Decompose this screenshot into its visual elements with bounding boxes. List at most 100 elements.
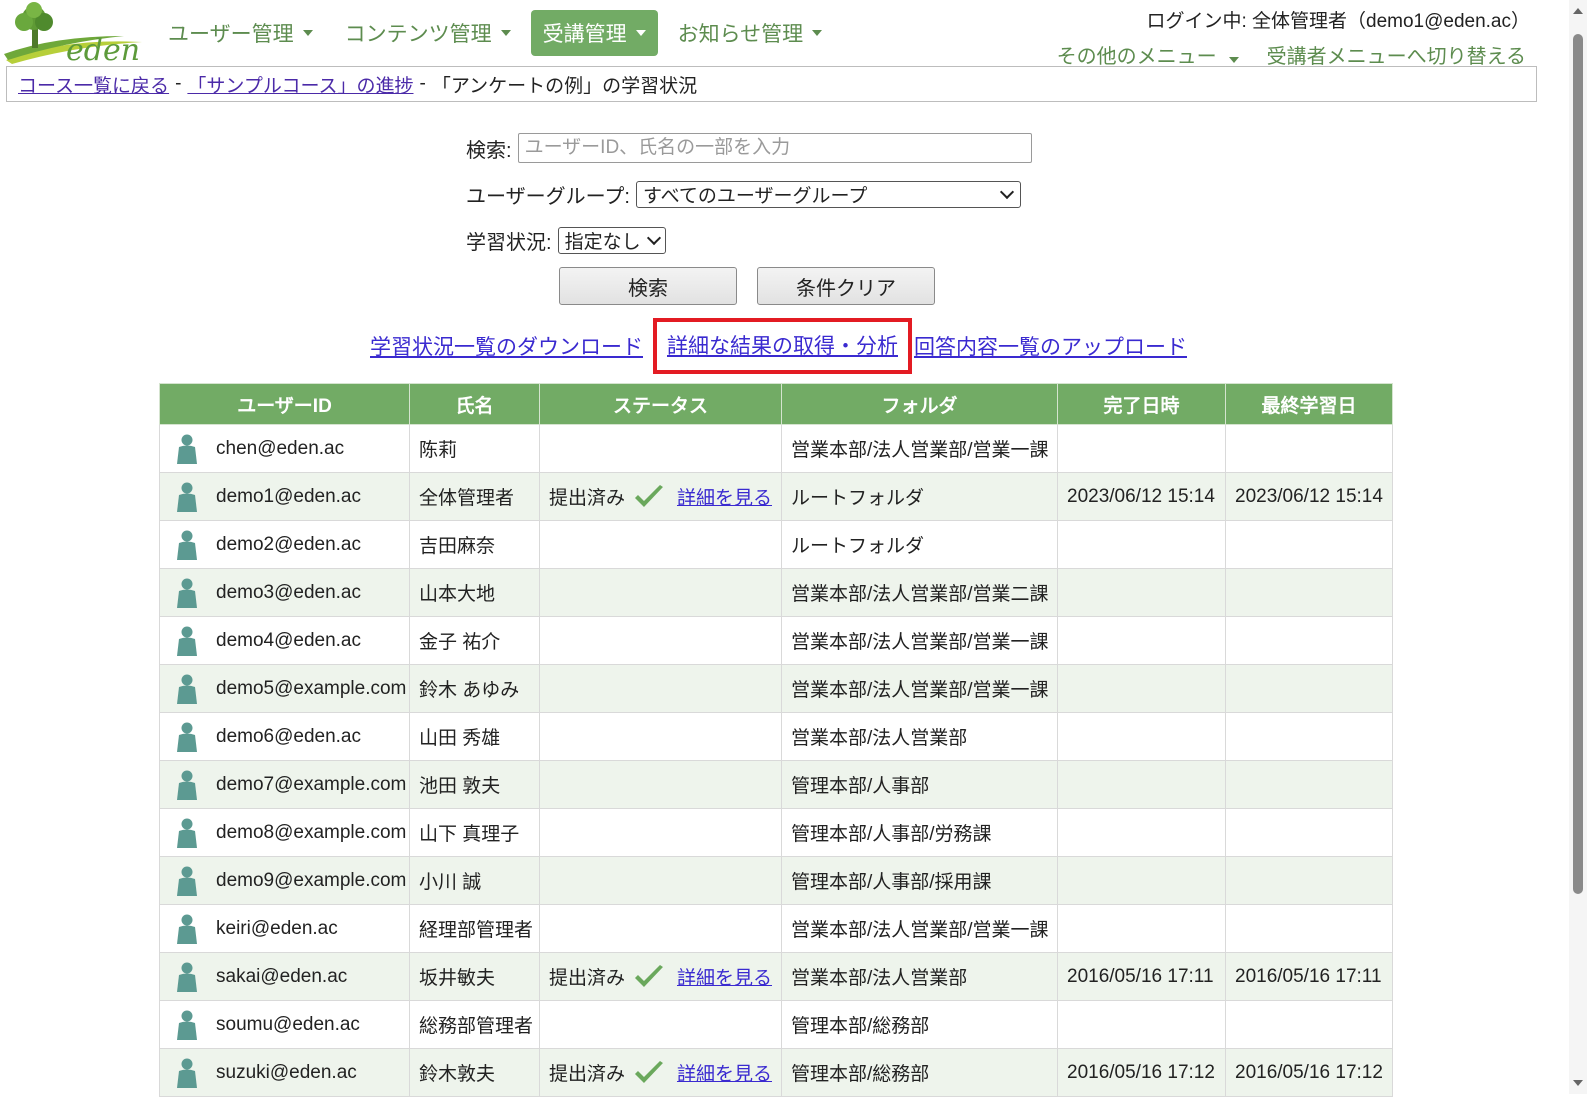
status-text: 提出済み	[549, 968, 626, 989]
table-row: demo6@eden.ac 山田 秀雄 営業本部/法人営業部	[159, 712, 1393, 761]
view-details-link[interactable]: 詳細を見る	[677, 1059, 772, 1086]
cell-user-id: soumu@eden.ac	[159, 1000, 410, 1049]
cell-name: 山田 秀雄	[409, 712, 540, 761]
cell-user-id: keiri@eden.ac	[159, 904, 410, 953]
cell-folder: 営業本部/法人営業部	[781, 952, 1058, 1001]
user-icon	[177, 626, 197, 656]
cell-status	[539, 760, 782, 809]
user-icon	[177, 770, 197, 800]
learning-status-select[interactable]: 指定なし	[557, 227, 666, 254]
cell-status: 提出済み 詳細を見る	[539, 952, 782, 1001]
user-icon	[177, 962, 197, 992]
status-text: 提出済み	[549, 488, 626, 509]
cell-folder: ルートフォルダ	[781, 472, 1058, 521]
cell-last-study: 2023/06/12 15:14	[1225, 472, 1393, 521]
cell-last-study	[1225, 616, 1393, 665]
user-id-text: soumu@eden.ac	[216, 1013, 360, 1035]
search-input[interactable]	[517, 133, 1032, 163]
download-status-list-link[interactable]: 学習状況一覧のダウンロード	[370, 331, 643, 361]
column-header-user-id[interactable]: ユーザーID	[159, 383, 410, 425]
main-nav: ユーザー管理 コンテンツ管理 受講管理 お知らせ管理	[156, 10, 834, 56]
nav-user-management[interactable]: ユーザー管理	[156, 10, 325, 56]
table-row: demo7@example.com 池田 敦夫 管理本部/人事部	[159, 760, 1393, 809]
search-row: 検索:	[466, 133, 1032, 163]
chevron-down-icon	[999, 184, 1015, 200]
user-icon	[177, 914, 197, 944]
svg-text:eden: eden	[66, 33, 140, 64]
nav-course-management[interactable]: 受講管理	[530, 10, 658, 56]
view-details-link[interactable]: 詳細を見る	[677, 963, 772, 990]
cell-last-study	[1225, 760, 1393, 809]
cell-user-id: demo7@example.com	[159, 760, 410, 809]
view-details-link[interactable]: 詳細を見る	[677, 483, 772, 510]
scroll-down-arrow-icon[interactable]	[1573, 1080, 1583, 1086]
other-menu[interactable]: その他のメニュー	[1057, 40, 1239, 69]
cell-status	[539, 808, 782, 857]
column-header-name[interactable]: 氏名	[409, 383, 540, 425]
back-to-course-list-link[interactable]: コース一覧に戻る	[18, 71, 169, 98]
cell-folder: 営業本部/法人営業部/営業一課	[781, 904, 1058, 953]
cell-status	[539, 616, 782, 665]
cell-name: 池田 敦夫	[409, 760, 540, 809]
cell-last-study	[1225, 664, 1393, 713]
cell-user-id: demo4@eden.ac	[159, 616, 410, 665]
column-header-folder[interactable]: フォルダ	[781, 383, 1058, 425]
cell-folder: 営業本部/法人営業部/営業二課	[781, 568, 1058, 617]
cell-name: 鈴木 あゆみ	[409, 664, 540, 713]
switch-learner-menu[interactable]: 受講者メニューへ切り替える	[1267, 40, 1526, 69]
highlight-box: 詳細な結果の取得・分析	[653, 318, 912, 374]
eden-logo[interactable]: eden	[4, 2, 144, 64]
nav-notice-management[interactable]: お知らせ管理	[666, 10, 835, 56]
sub-menu: その他のメニュー 受講者メニューへ切り替える	[1057, 40, 1526, 69]
action-links: 学習状況一覧のダウンロード 詳細な結果の取得・分析 回答内容一覧のアップロード	[370, 318, 1187, 374]
cell-user-id: sakai@eden.ac	[159, 952, 410, 1001]
user-icon	[177, 1058, 197, 1088]
cell-folder: 営業本部/法人営業部/営業一課	[781, 664, 1058, 713]
user-group-label: ユーザーグループ:	[466, 186, 630, 208]
chevron-down-icon	[646, 230, 661, 246]
cell-user-id: suzuki@eden.ac	[159, 1048, 410, 1097]
course-progress-link[interactable]: 「サンプルコース」の進捗	[187, 71, 413, 98]
search-button[interactable]: 検索	[559, 267, 737, 305]
clear-conditions-button[interactable]: 条件クリア	[757, 267, 935, 305]
cell-last-study	[1225, 856, 1393, 905]
user-id-text: demo2@eden.ac	[216, 533, 361, 555]
table-row: demo9@example.com 小川 誠 管理本部/人事部/採用課	[159, 856, 1393, 905]
user-icon	[177, 1010, 197, 1040]
table-row: chen@eden.ac 陈莉 営業本部/法人営業部/営業一課	[159, 424, 1393, 473]
scrollbar-thumb[interactable]	[1573, 34, 1583, 894]
cell-last-study	[1225, 904, 1393, 953]
cell-name: 吉田麻奈	[409, 520, 540, 569]
search-label: 検索:	[466, 139, 512, 162]
upload-answers-link[interactable]: 回答内容一覧のアップロード	[914, 331, 1187, 361]
cell-folder: 管理本部/総務部	[781, 1048, 1058, 1097]
nav-content-management[interactable]: コンテンツ管理	[333, 10, 523, 56]
user-id-text: demo3@eden.ac	[216, 581, 361, 603]
user-group-select[interactable]: すべてのユーザーグループ	[635, 181, 1021, 208]
table-body: chen@eden.ac 陈莉 営業本部/法人営業部/営業一課 demo1@eden.…	[159, 424, 1393, 1097]
user-id-text: demo6@eden.ac	[216, 725, 361, 747]
table-row: demo1@eden.ac 全体管理者 提出済み 詳細を見る ルートフォルダ 2023/0…	[159, 472, 1393, 521]
cell-user-id: demo5@example.com	[159, 664, 410, 713]
cell-last-study	[1225, 568, 1393, 617]
status-text: 提出済み	[549, 1064, 626, 1085]
column-header-completed[interactable]: 完了日時	[1057, 383, 1226, 425]
vertical-scrollbar[interactable]	[1569, 0, 1587, 1094]
caret-down-icon	[1228, 57, 1239, 63]
cell-folder: 営業本部/法人営業部	[781, 712, 1058, 761]
detailed-analysis-link[interactable]: 詳細な結果の取得・分析	[667, 335, 898, 358]
cell-status	[539, 424, 782, 473]
cell-completed	[1057, 712, 1226, 761]
cell-last-study	[1225, 712, 1393, 761]
cell-name: 金子 祐介	[409, 616, 540, 665]
cell-completed	[1057, 616, 1226, 665]
column-header-status[interactable]: ステータス	[539, 383, 782, 425]
cell-status	[539, 712, 782, 761]
scroll-up-arrow-icon[interactable]	[1573, 8, 1583, 14]
user-icon	[177, 818, 197, 848]
table-row: demo2@eden.ac 吉田麻奈 ルートフォルダ	[159, 520, 1393, 569]
user-icon	[177, 434, 197, 464]
cell-name: 経理部管理者	[409, 904, 540, 953]
cell-completed: 2016/05/16 17:12	[1057, 1048, 1226, 1097]
column-header-last-study[interactable]: 最終学習日	[1225, 383, 1393, 425]
